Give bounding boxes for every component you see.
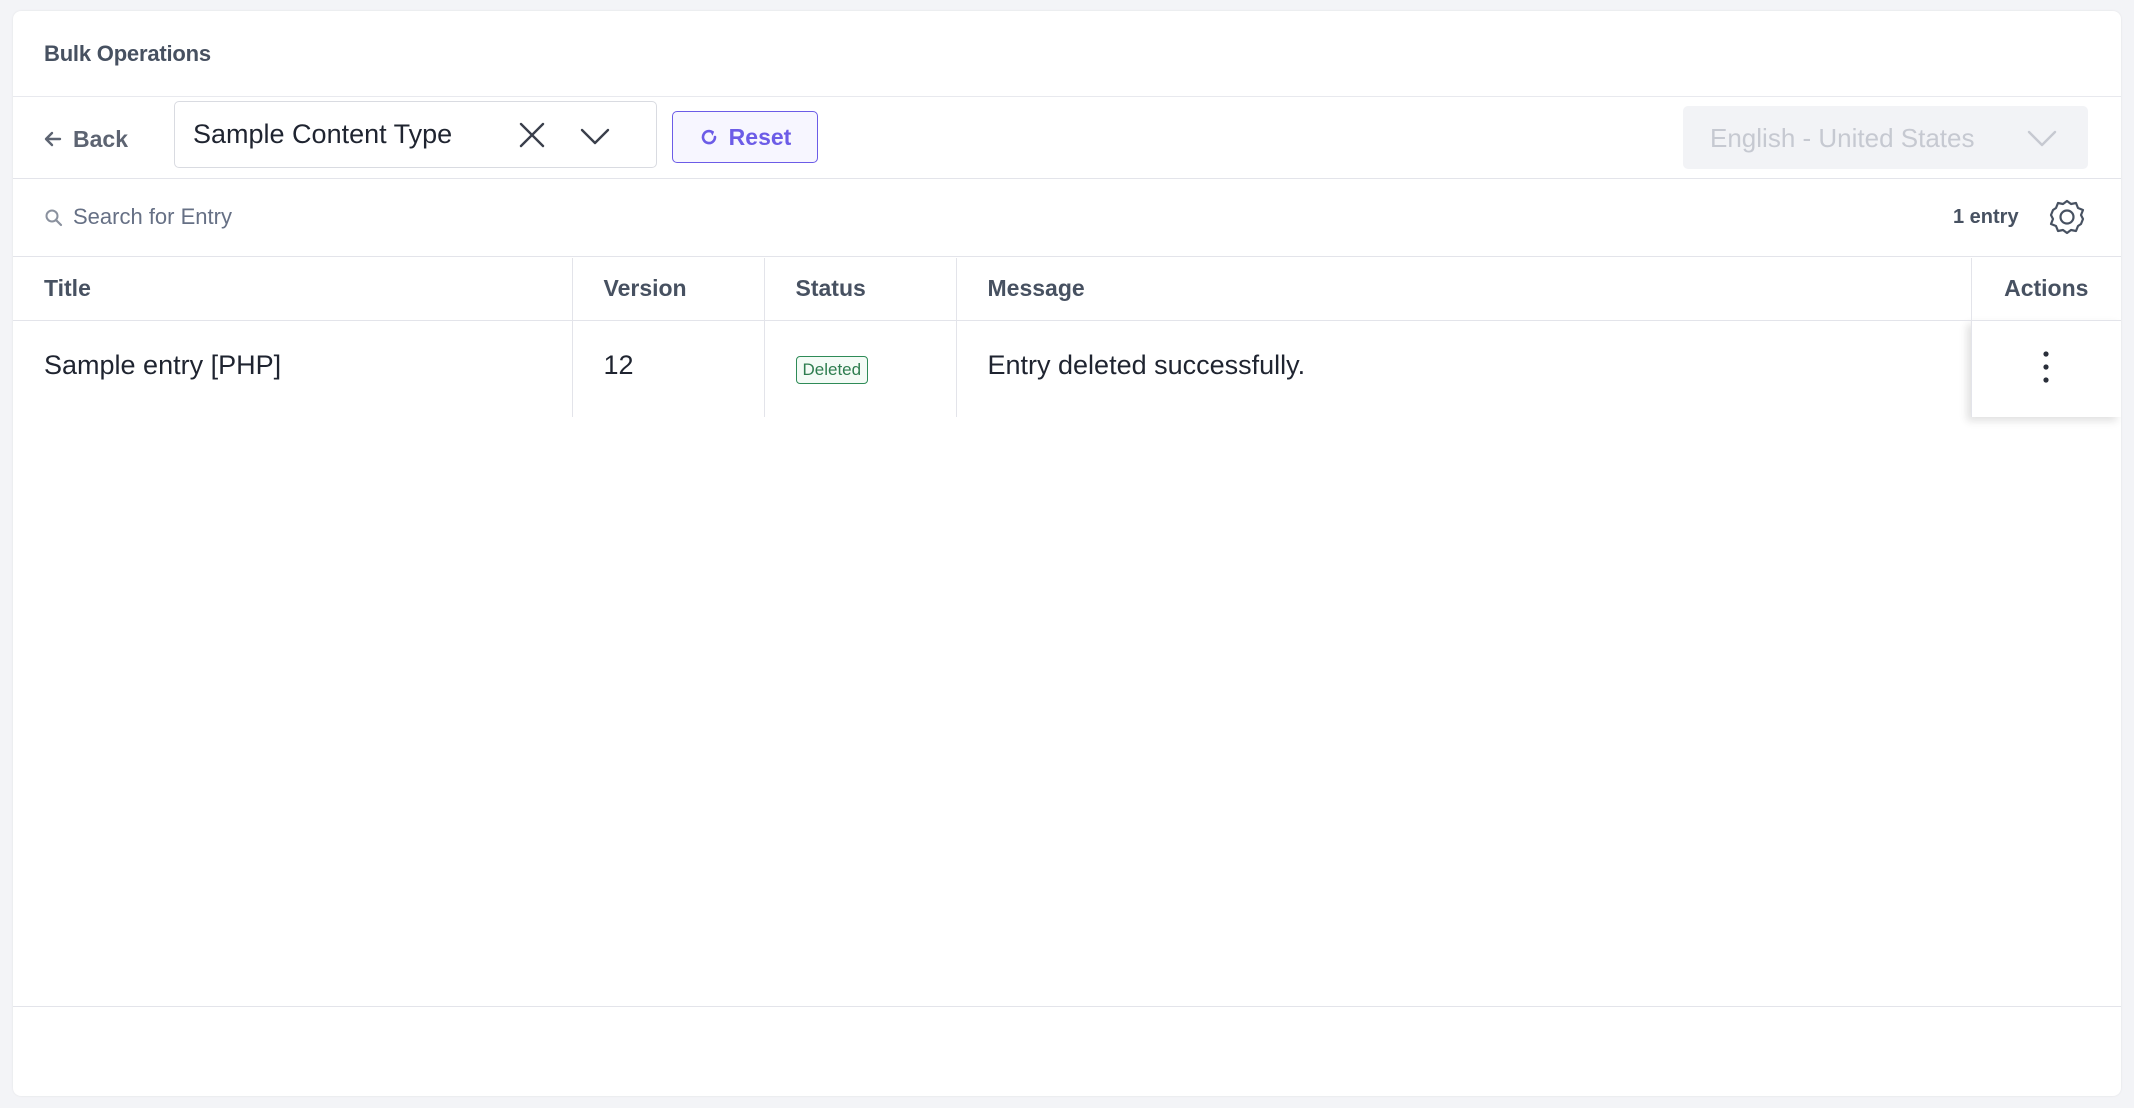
search-input[interactable] <box>71 199 571 235</box>
close-icon[interactable] <box>517 120 547 150</box>
search-icon <box>45 209 63 227</box>
back-button[interactable]: Back <box>43 124 128 154</box>
content-type-value: Sample Content Type <box>193 119 453 149</box>
cell-actions <box>1970 320 2121 417</box>
panel-header: Bulk Operations <box>13 11 2121 97</box>
gear-icon[interactable] <box>2047 197 2087 237</box>
reset-button[interactable]: Reset <box>672 111 818 163</box>
cell-version: 12 <box>572 320 765 417</box>
entries-table: Title Version Status Message Actions Sam… <box>13 258 2121 417</box>
page-title: Bulk Operations <box>44 40 211 66</box>
content-type-select[interactable]: Sample Content Type <box>174 101 657 168</box>
column-header-status[interactable]: Status <box>764 258 957 321</box>
locale-select[interactable]: English - United States <box>1683 106 2088 169</box>
column-header-version[interactable]: Version <box>572 258 765 321</box>
footer-divider <box>13 1006 2121 1007</box>
entry-count: 1 entry <box>1953 206 2019 228</box>
cell-status: Deleted <box>764 320 957 417</box>
arrow-left-icon <box>44 131 62 147</box>
refresh-icon <box>701 129 716 145</box>
reset-label: Reset <box>728 123 792 150</box>
table-header-row: Title Version Status Message Actions <box>13 258 2121 321</box>
search-bar: 1 entry <box>13 179 2121 257</box>
cell-message: Entry deleted successfully. <box>956 320 1972 417</box>
column-header-actions: Actions <box>1970 258 2121 321</box>
chevron-down-icon[interactable] <box>579 122 611 150</box>
toolbar: Back Sample Content Type Reset English -… <box>13 97 2121 179</box>
kebab-menu-icon[interactable] <box>2031 347 2061 387</box>
cell-title: Sample entry [PHP] <box>13 320 573 417</box>
status-badge: Deleted <box>795 355 869 384</box>
chevron-down-icon <box>2027 130 2057 147</box>
bulk-operations-panel: Bulk Operations Back Sample Content Type… <box>13 11 2121 1096</box>
column-header-title[interactable]: Title <box>13 258 573 321</box>
locale-value: English - United States <box>1710 123 1975 153</box>
table-row[interactable]: Sample entry [PHP] 12 Deleted Entry dele… <box>13 320 2121 417</box>
back-label: Back <box>73 125 128 152</box>
column-header-message[interactable]: Message <box>956 258 1972 321</box>
